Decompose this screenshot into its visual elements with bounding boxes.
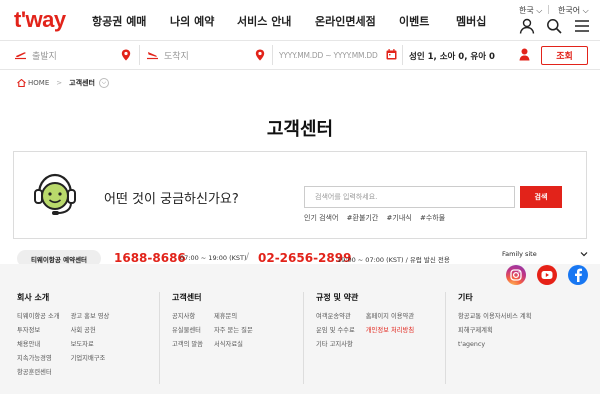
country-selector[interactable]: 한국 ⌵ — [519, 5, 542, 16]
home-icon[interactable] — [17, 79, 26, 87]
passenger-icon — [519, 48, 530, 61]
chevron-down-icon — [580, 252, 588, 257]
footer-link[interactable]: 유실물센터 — [172, 326, 203, 335]
footer-link[interactable]: 고객의 말씀 — [172, 340, 203, 349]
landing-icon — [147, 52, 158, 60]
footer-heading: 규정 및 약관 — [316, 293, 359, 302]
flight-search-button[interactable]: 조회 — [541, 46, 588, 65]
search-icon[interactable] — [546, 18, 562, 34]
popular-keywords: 인기 검색어 #환불기간 #기내식 #수하물 — [304, 213, 451, 223]
faq-search-input[interactable]: 검색어를 입력하세요. — [304, 186, 515, 208]
booking-bar: 출발지 도착지 YYYY.MM.DD ~ YYYY.MM.DD 성인 1, 소아… — [0, 40, 600, 70]
breadcrumb-current: 고객센터 — [69, 79, 95, 87]
page-title: 고객센터 — [266, 119, 334, 140]
footer-link[interactable]: 지속가능경영 — [17, 354, 60, 363]
footer-link[interactable]: 자주 묻는 질문 — [214, 326, 253, 335]
arrival-field[interactable]: 도착지 — [146, 41, 266, 69]
footer-link[interactable]: 광고 홍보 영상 — [71, 312, 110, 321]
breadcrumb-home[interactable]: HOME — [28, 79, 49, 87]
footer-link[interactable]: 채용안내 — [17, 340, 60, 349]
youtube-icon[interactable] — [537, 265, 557, 285]
user-icon[interactable] — [519, 18, 535, 34]
footer-link[interactable]: 여객운송약관 — [316, 312, 355, 321]
footer-col-policy: 규정 및 약관 여객운송약관 홈페이지 이용약관 운임 및 수수료 개인정보 처… — [316, 292, 414, 349]
footer-link[interactable]: 항공교통 이용자서비스 계획 — [458, 312, 532, 321]
nav-events[interactable]: 이벤트 — [399, 13, 429, 29]
calendar-icon[interactable] — [386, 49, 397, 60]
faq-search-panel: 어떤 것이 궁금하신가요? 검색어를 입력하세요. 검색 인기 검색어 #환불기… — [13, 151, 587, 239]
menu-icon[interactable] — [574, 18, 590, 34]
field-divider — [272, 45, 273, 65]
footer-divider — [445, 292, 446, 384]
footer-divider — [159, 292, 160, 384]
family-site-select[interactable]: Family site — [500, 247, 588, 261]
popular-label: 인기 검색어 — [304, 214, 339, 222]
footer-link[interactable]: 홈페이지 이용약관 — [366, 312, 414, 321]
footer-link[interactable]: 사회 공헌 — [71, 326, 110, 335]
footer-link[interactable]: 보도자료 — [71, 340, 110, 349]
footer-heading: 회사 소개 — [17, 293, 50, 302]
tway-logo[interactable]: t'way — [14, 7, 66, 33]
footer-divider — [303, 292, 304, 384]
site-header: t'way 항공권 예매 나의 예약 서비스 안내 온라인면세점 이벤트 멤버십… — [0, 0, 600, 40]
chevron-down-icon[interactable]: ⌵ — [98, 78, 109, 88]
footer-link[interactable]: 투자정보 — [17, 326, 60, 335]
faq-search-button[interactable]: 검색 — [520, 186, 562, 208]
footer-link[interactable]: 피해구제계획 — [458, 326, 532, 335]
footer-link[interactable]: 제휴문의 — [214, 312, 253, 321]
hours-overseas: 19:00 ~ 07:00 (KST) / 유럽 발신 전용 — [337, 256, 450, 264]
departure-placeholder: 출발지 — [32, 51, 57, 62]
chevron-right-icon: > — [56, 79, 63, 87]
field-divider — [402, 45, 403, 65]
footer-link[interactable]: 기타 고지사항 — [316, 340, 355, 349]
instagram-icon[interactable] — [506, 265, 526, 285]
family-site-label: Family site — [502, 250, 537, 258]
facebook-icon[interactable] — [568, 265, 588, 285]
popular-keyword[interactable]: #기내식 — [387, 214, 412, 222]
takeoff-icon — [15, 52, 26, 60]
location-pin-icon[interactable] — [255, 49, 265, 61]
popular-keyword[interactable]: #수하물 — [420, 214, 445, 222]
phone-domestic[interactable]: 1688-8686 — [114, 251, 186, 265]
location-pin-icon[interactable] — [121, 49, 131, 61]
footer-heading: 기타 — [458, 293, 473, 302]
footer-col-etc: 기타 항공교통 이용자서비스 계획 피해구제계획 t'agency — [458, 292, 532, 349]
nav-duty-free[interactable]: 온라인면세점 — [315, 13, 376, 29]
footer-link[interactable]: t'agency — [458, 340, 532, 349]
hours-domestic: 07:00 ~ 19:00 (KST) — [180, 254, 247, 262]
language-selector[interactable]: 한국어 ⌵ — [558, 5, 589, 16]
date-range-field[interactable]: YYYY.MM.DD ~ YYYY.MM.DD — [279, 41, 389, 69]
footer-link[interactable]: 서식자료실 — [214, 340, 253, 349]
footer-col-service: 고객센터 공지사항 제휴문의 유실물센터 자주 묻는 질문 고객의 말씀 서식자… — [172, 292, 253, 349]
popular-keyword[interactable]: #환불기간 — [347, 214, 379, 222]
footer-link[interactable]: 공지사항 — [172, 312, 203, 321]
arrival-placeholder: 도착지 — [164, 51, 189, 62]
chatbot-agent-icon — [34, 173, 76, 215]
phone-separator: / — [246, 252, 250, 262]
footer-link[interactable]: 운임 및 수수료 — [316, 326, 355, 335]
footer-link[interactable]: 항공훈련센터 — [17, 368, 60, 377]
date-placeholder: YYYY.MM.DD ~ YYYY.MM.DD — [279, 50, 378, 60]
footer-link[interactable]: 기업지배구조 — [71, 354, 110, 363]
nav-membership[interactable]: 멤버십 — [456, 13, 486, 29]
footer-link[interactable]: 티웨이항공 소개 — [17, 312, 60, 321]
breadcrumb: HOME > 고객센터 ⌵ — [17, 78, 109, 88]
footer-col-company: 회사 소개 티웨이항공 소개 광고 홍보 영상 투자정보 사회 공헌 채용안내 … — [17, 292, 109, 377]
lang-divider — [548, 5, 549, 14]
footer-heading: 고객센터 — [172, 293, 202, 302]
footer-link-privacy[interactable]: 개인정보 처리방침 — [366, 326, 414, 335]
faq-question: 어떤 것이 궁금하신가요? — [104, 192, 239, 207]
field-divider — [139, 45, 140, 65]
departure-field[interactable]: 출발지 — [14, 41, 136, 69]
nav-my-reservation[interactable]: 나의 예약 — [170, 13, 214, 29]
passenger-selector[interactable]: 성인 1, 소아 0, 유아 0 — [409, 50, 495, 62]
nav-ticket-booking[interactable]: 항공권 예매 — [92, 13, 146, 29]
nav-service-guide[interactable]: 서비스 안내 — [237, 13, 291, 29]
